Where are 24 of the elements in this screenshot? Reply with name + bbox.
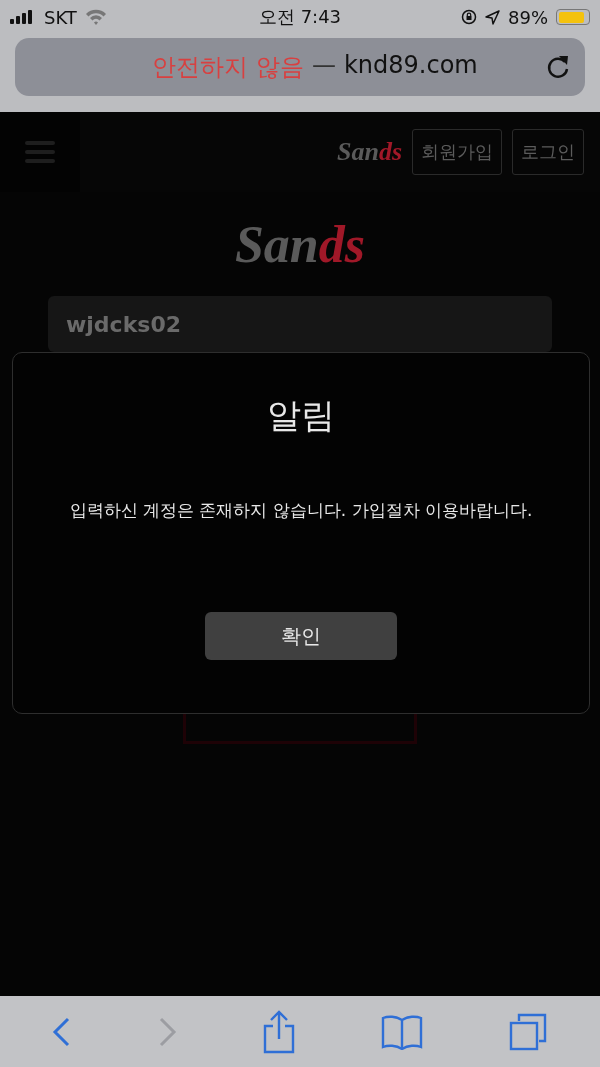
battery-icon — [556, 9, 590, 25]
header-logo[interactable]: Sands — [336, 137, 402, 167]
carrier-name: SKT — [44, 6, 77, 28]
tabs-icon[interactable] — [507, 1011, 548, 1052]
book-icon[interactable] — [380, 1013, 423, 1050]
rotation-lock-icon — [461, 9, 477, 25]
signup-button[interactable]: 회원가입 — [412, 129, 502, 175]
dialog-message: 입력하신 계정은 존재하지 않습니다. 가입절차 이용바랍니다. — [69, 499, 533, 522]
location-arrow-icon — [485, 9, 500, 25]
username-field[interactable]: wjdcks02 — [48, 296, 552, 352]
confirm-button[interactable]: 확인 — [205, 612, 397, 660]
battery-percent: 89% — [508, 6, 548, 28]
wifi-icon — [84, 9, 107, 25]
site-logo: Sands — [234, 214, 366, 274]
address-bar[interactable]: 안전하지 않음 — knd89.com — [15, 38, 585, 96]
url-separator: — — [311, 51, 336, 81]
clock-time: 오전 7:43 — [258, 5, 342, 29]
dialog-title: 알림 — [267, 394, 335, 437]
url-domain: knd89.com — [343, 51, 478, 81]
security-warning: 안전하지 않음 — [152, 52, 304, 83]
share-icon[interactable] — [262, 1009, 296, 1054]
reload-icon[interactable] — [545, 53, 571, 81]
login-button[interactable]: 로그인 — [512, 129, 584, 175]
menu-icon — [25, 139, 55, 165]
